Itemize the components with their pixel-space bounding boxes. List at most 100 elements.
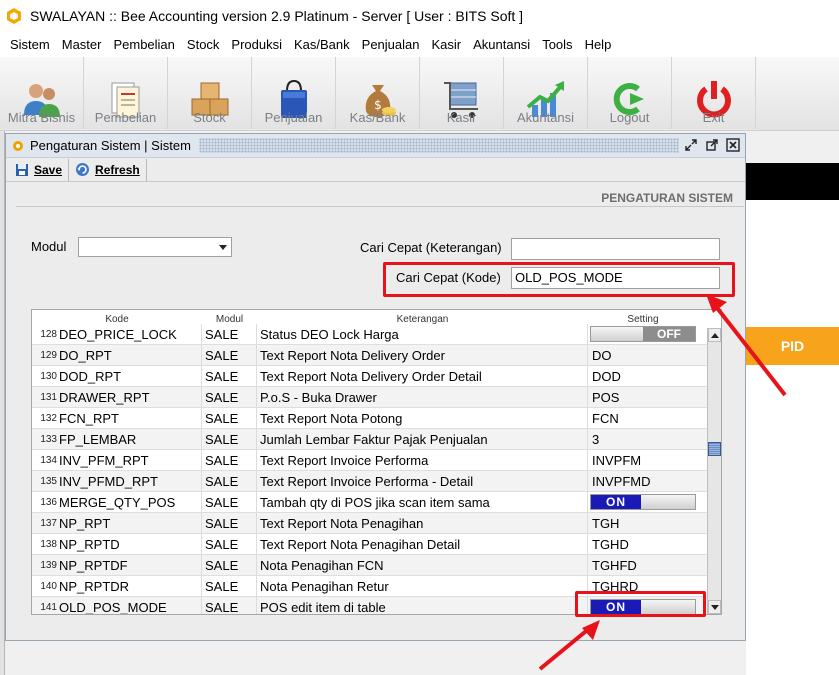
toolbar-stock-button[interactable]: Stock — [168, 57, 252, 129]
scroll-down-arrow-icon[interactable] — [708, 600, 721, 614]
table-row[interactable]: 133 FP_LEMBAR SALE Jumlah Lembar Faktur Paj… — [32, 429, 707, 450]
cell-modul[interactable]: SALE — [202, 450, 257, 470]
menu-item-master[interactable]: Master — [56, 37, 108, 52]
cell-kode[interactable]: DEO_PRICE_LOCK — [59, 324, 202, 344]
cell-keterangan[interactable]: P.o.S - Buka Drawer — [257, 387, 588, 407]
cell-modul[interactable]: SALE — [202, 597, 257, 614]
menu-item-stock[interactable]: Stock — [181, 37, 226, 52]
cell-keterangan[interactable]: Text Report Nota Penagihan — [257, 513, 588, 533]
toolbar-pembelian-button[interactable]: Pembelian — [84, 57, 168, 129]
menu-item-pembelian[interactable]: Pembelian — [107, 37, 180, 52]
table-row[interactable]: 137 NP_RPT SALE Text Report Nota Penagihan T… — [32, 513, 707, 534]
table-row[interactable]: 135 INV_PFMD_RPT SALE Text Report Invoice P… — [32, 471, 707, 492]
cell-modul[interactable]: SALE — [202, 345, 257, 365]
menu-item-tools[interactable]: Tools — [536, 37, 578, 52]
cell-modul[interactable]: SALE — [202, 324, 257, 344]
table-row[interactable]: 130 DOD_RPT SALE Text Report Nota Delivery … — [32, 366, 707, 387]
cell-kode[interactable]: INV_PFMD_RPT — [59, 471, 202, 491]
table-row[interactable]: 134 INV_PFM_RPT SALE Text Report Invoice Pe… — [32, 450, 707, 471]
cell-modul[interactable]: SALE — [202, 387, 257, 407]
cell-keterangan[interactable]: Text Report Invoice Performa - Detail — [257, 471, 588, 491]
cell-keterangan[interactable]: Tambah qty di POS jika scan item sama — [257, 492, 588, 512]
cell-setting[interactable]: DOD — [588, 366, 698, 386]
cell-modul[interactable]: SALE — [202, 555, 257, 575]
cell-kode[interactable]: NP_RPTDF — [59, 555, 202, 575]
menu-item-sistem[interactable]: Sistem — [4, 37, 56, 52]
menu-item-akuntansi[interactable]: Akuntansi — [467, 37, 536, 52]
cell-modul[interactable]: SALE — [202, 492, 257, 512]
cell-modul[interactable]: SALE — [202, 408, 257, 428]
cari-keterangan-input[interactable] — [511, 238, 720, 260]
toolbar-akuntansi-button[interactable]: Akuntansi — [504, 57, 588, 129]
table-row[interactable]: 132 FCN_RPT SALE Text Report Nota Potong FCN — [32, 408, 707, 429]
cell-modul[interactable]: SALE — [202, 534, 257, 554]
toolbar-kasbank-button[interactable]: $ Kas/Bank — [336, 57, 420, 129]
cell-modul[interactable]: SALE — [202, 471, 257, 491]
cell-kode[interactable]: FP_LEMBAR — [59, 429, 202, 449]
menu-item-kasir[interactable]: Kasir — [425, 37, 467, 52]
cell-setting[interactable]: INVPFMD — [588, 471, 698, 491]
maximize-icon[interactable] — [704, 137, 720, 153]
cell-kode[interactable]: INV_PFM_RPT — [59, 450, 202, 470]
cell-modul[interactable]: SALE — [202, 366, 257, 386]
cell-setting[interactable]: DO — [588, 345, 698, 365]
table-row[interactable]: 129 DO_RPT SALE Text Report Nota Delivery O… — [32, 345, 707, 366]
menu-item-penjualan[interactable]: Penjualan — [356, 37, 426, 52]
toolbar-kasir-button[interactable]: Kasir — [420, 57, 504, 129]
cell-keterangan[interactable]: Jumlah Lembar Faktur Pajak Penjualan — [257, 429, 588, 449]
scroll-up-arrow-icon[interactable] — [708, 328, 721, 342]
toolbar-logout-button[interactable]: Logout — [588, 57, 672, 129]
cell-keterangan[interactable]: Nota Penagihan FCN — [257, 555, 588, 575]
cell-setting[interactable]: OFF — [588, 324, 698, 344]
menu-item-produksi[interactable]: Produksi — [225, 37, 288, 52]
close-icon[interactable] — [725, 137, 741, 153]
cell-keterangan[interactable]: Text Report Invoice Performa — [257, 450, 588, 470]
cell-keterangan[interactable]: Status DEO Lock Harga — [257, 324, 588, 344]
restore-icon[interactable] — [683, 137, 699, 153]
cell-setting[interactable]: TGHFD — [588, 555, 698, 575]
table-row[interactable]: 139 NP_RPTDF SALE Nota Penagihan FCN TGHFD — [32, 555, 707, 576]
cell-setting[interactable]: TGH — [588, 513, 698, 533]
scroll-thumb[interactable] — [708, 442, 721, 456]
toolbar-penjualan-button[interactable]: Penjualan — [252, 57, 336, 129]
setting-toggle[interactable]: ON — [590, 494, 696, 510]
cell-modul[interactable]: SALE — [202, 513, 257, 533]
cell-keterangan[interactable]: Text Report Nota Delivery Order — [257, 345, 588, 365]
row-number: 137 — [40, 518, 57, 529]
table-row[interactable]: 136 MERGE_QTY_POS SALE Tambah qty di POS ji… — [32, 492, 707, 513]
table-row[interactable]: 131 DRAWER_RPT SALE P.o.S - Buka Drawer POS — [32, 387, 707, 408]
cell-kode[interactable]: FCN_RPT — [59, 408, 202, 428]
menu-item-help[interactable]: Help — [579, 37, 618, 52]
cell-setting[interactable]: FCN — [588, 408, 698, 428]
menu-item-kas-bank[interactable]: Kas/Bank — [288, 37, 356, 52]
save-button[interactable]: Save — [9, 158, 70, 181]
cell-kode[interactable]: NP_RPT — [59, 513, 202, 533]
cell-kode[interactable]: DOD_RPT — [59, 366, 202, 386]
cell-keterangan[interactable]: Nota Penagihan Retur — [257, 576, 588, 596]
cell-setting[interactable]: ON — [588, 492, 698, 512]
cell-keterangan[interactable]: Text Report Nota Penagihan Detail — [257, 534, 588, 554]
vertical-scrollbar[interactable] — [707, 328, 721, 614]
cell-setting[interactable]: INVPFM — [588, 450, 698, 470]
refresh-button[interactable]: Refresh — [69, 158, 147, 181]
cell-kode[interactable]: DRAWER_RPT — [59, 387, 202, 407]
cell-kode[interactable]: DO_RPT — [59, 345, 202, 365]
table-row[interactable]: 138 NP_RPTD SALE Text Report Nota Penagihan… — [32, 534, 707, 555]
cell-setting[interactable]: 3 — [588, 429, 698, 449]
toolbar-exit-button[interactable]: Exit — [672, 57, 756, 129]
cell-kode[interactable]: MERGE_QTY_POS — [59, 492, 202, 512]
cell-setting[interactable]: TGHD — [588, 534, 698, 554]
cell-kode[interactable]: NP_RPTDR — [59, 576, 202, 596]
cell-kode[interactable]: OLD_POS_MODE — [59, 597, 202, 614]
table-row[interactable]: 128 DEO_PRICE_LOCK SALE Status DEO Lock Har… — [32, 324, 707, 345]
cell-modul[interactable]: SALE — [202, 429, 257, 449]
setting-toggle[interactable]: OFF — [590, 326, 696, 342]
toolbar-mitra-bisnis-button[interactable]: Mitra Bisnis — [0, 57, 84, 129]
modul-combobox[interactable] — [78, 237, 232, 257]
cell-modul[interactable]: SALE — [202, 576, 257, 596]
cell-setting[interactable]: POS — [588, 387, 698, 407]
cell-keterangan[interactable]: POS edit item di table — [257, 597, 588, 614]
cell-keterangan[interactable]: Text Report Nota Potong — [257, 408, 588, 428]
cell-keterangan[interactable]: Text Report Nota Delivery Order Detail — [257, 366, 588, 386]
cell-kode[interactable]: NP_RPTD — [59, 534, 202, 554]
